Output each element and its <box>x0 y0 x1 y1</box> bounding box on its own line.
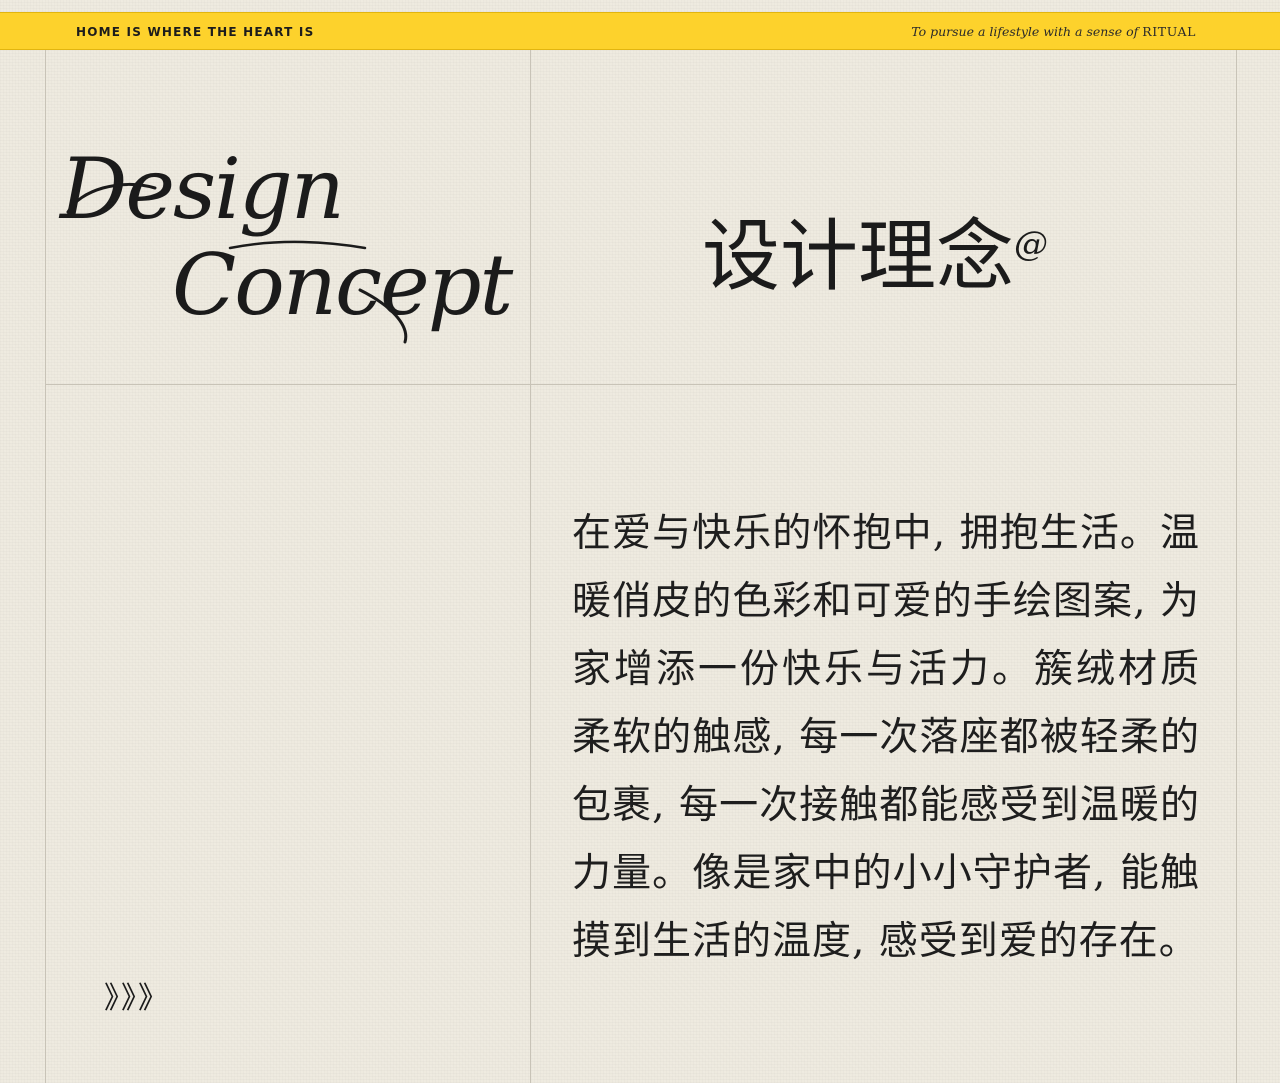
arrow-decoration-icon: 》》》 <box>104 981 170 1016</box>
script-word-design: Design <box>60 140 345 238</box>
grid-line-middle <box>530 50 531 1083</box>
script-word-concept: Concept <box>172 236 513 334</box>
banner-slogan-ritual: RITUAL <box>1142 24 1196 39</box>
script-heading: Design Concept <box>60 130 513 360</box>
grid-line-horizontal <box>45 384 1237 385</box>
concept-paragraph: 在爱与快乐的怀抱中, 拥抱生活。温暖俏皮的色彩和可爱的手绘图案, 为家增添一份快… <box>572 511 1200 964</box>
chinese-title: 设计理念 <box>702 212 1015 302</box>
top-banner: HOME IS WHERE THE HEART IS To pursue a l… <box>0 12 1280 50</box>
banner-slogan: To pursue a lifestyle with a sense of RI… <box>911 24 1196 40</box>
title-at-mark: @ <box>1014 224 1048 264</box>
banner-slogan-text: To pursue a lifestyle with a sense of <box>911 24 1139 39</box>
grid-line-left <box>45 50 46 1083</box>
grid-line-right <box>1236 50 1237 1083</box>
banner-tagline: HOME IS WHERE THE HEART IS <box>76 25 315 39</box>
